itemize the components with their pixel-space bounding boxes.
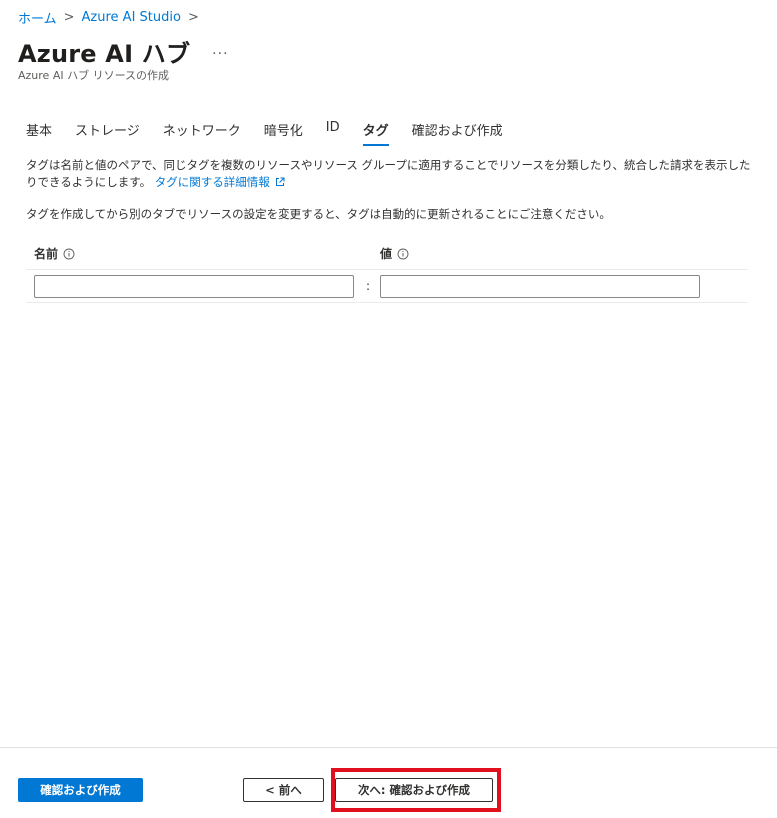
tag-name-input[interactable] bbox=[34, 275, 354, 298]
tags-learn-more-link[interactable]: タグに関する詳細情報 bbox=[155, 175, 285, 189]
breadcrumb-azure-ai-studio[interactable]: Azure AI Studio bbox=[82, 10, 181, 25]
table-row: : bbox=[26, 270, 748, 303]
previous-button[interactable]: < 前へ bbox=[243, 778, 324, 802]
page-subtitle: Azure AI ハブ リソースの作成 bbox=[18, 69, 170, 82]
tab-network[interactable]: ネットワーク bbox=[163, 120, 241, 146]
tab-tags[interactable]: タグ bbox=[362, 120, 389, 146]
table-header: 名前 値 bbox=[26, 238, 748, 270]
footer-divider bbox=[0, 747, 777, 748]
info-icon[interactable] bbox=[397, 248, 409, 260]
breadcrumb-home[interactable]: ホーム bbox=[18, 8, 57, 27]
name-column-header: 名前 bbox=[34, 245, 75, 262]
tab-bar: 基本 ストレージ ネットワーク 暗号化 ID タグ 確認および作成 bbox=[26, 120, 526, 146]
info-icon[interactable] bbox=[63, 248, 75, 260]
page-title: Azure AI ハブ bbox=[18, 40, 191, 68]
chevron-right-icon: > bbox=[187, 10, 199, 25]
review-create-button[interactable]: 確認および作成 bbox=[18, 778, 143, 802]
description-text: タグは名前と値のペアで、同じタグを複数のリソースやリソース グループに適用するこ… bbox=[26, 158, 751, 189]
link-label: タグに関する詳細情報 bbox=[154, 175, 270, 189]
tab-basics[interactable]: 基本 bbox=[26, 120, 52, 146]
tag-value-input[interactable] bbox=[380, 275, 700, 298]
tags-note: タグを作成してから別のタブでリソースの設定を変更すると、タグは自動的に更新される… bbox=[26, 207, 611, 221]
value-header-label: 値 bbox=[380, 247, 393, 261]
tab-review-create[interactable]: 確認および作成 bbox=[412, 120, 503, 146]
tags-table: 名前 値 : bbox=[26, 238, 748, 303]
tab-encryption[interactable]: 暗号化 bbox=[264, 120, 303, 146]
tab-storage[interactable]: ストレージ bbox=[75, 120, 140, 146]
tags-description: タグは名前と値のペアで、同じタグを複数のリソースやリソース グループに適用するこ… bbox=[26, 157, 756, 191]
name-header-label: 名前 bbox=[34, 247, 59, 261]
page: ホーム > Azure AI Studio > Azure AI ハブ ··· … bbox=[0, 0, 777, 818]
next-review-create-button[interactable]: 次へ: 確認および作成 bbox=[335, 778, 493, 802]
breadcrumb: ホーム > Azure AI Studio > bbox=[18, 8, 206, 27]
more-options-button[interactable]: ··· bbox=[212, 46, 228, 62]
external-link-icon bbox=[275, 177, 285, 186]
chevron-right-icon: > bbox=[63, 10, 75, 25]
value-column-header: 値 bbox=[380, 245, 409, 262]
name-value-separator: : bbox=[366, 279, 371, 293]
tab-identity[interactable]: ID bbox=[326, 120, 340, 146]
title-row: Azure AI ハブ ··· bbox=[18, 34, 229, 69]
